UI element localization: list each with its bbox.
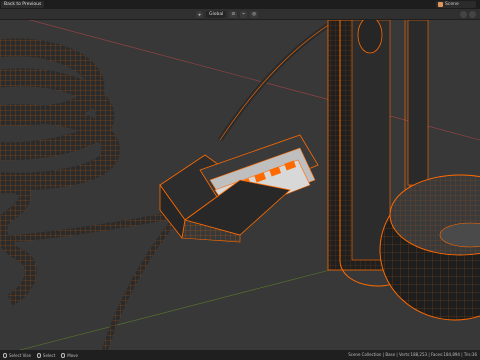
- snap-icon[interactable]: ⌁: [240, 11, 248, 18]
- status-select-label: Select: [42, 352, 56, 358]
- viewport-shading-controls: [460, 11, 476, 18]
- status-move: Move: [61, 352, 78, 358]
- scene-icon: [438, 2, 443, 7]
- y-axis-line: [19, 269, 331, 350]
- coiled-cable: [0, 38, 120, 306]
- transform-controls: ⌖ Global ⊙ ⌁ ◎: [196, 11, 259, 18]
- transform-orientation-icon[interactable]: ⌖: [196, 11, 203, 18]
- proportional-edit-icon[interactable]: ◎: [250, 11, 259, 18]
- viewport-header: ⌖ Global ⊙ ⌁ ◎: [0, 9, 480, 20]
- pivot-icon[interactable]: ⊙: [229, 11, 238, 18]
- mouse-left-icon: [3, 352, 7, 358]
- status-move-label: Move: [67, 352, 78, 358]
- mouse-move-icon: [61, 352, 66, 358]
- status-left: Select Vise: [3, 352, 31, 358]
- overlay-icon[interactable]: [460, 11, 467, 18]
- status-left-label: Select Vise: [9, 352, 31, 358]
- scene-render: [0, 20, 480, 350]
- top-bar: Back to Previous Scene: [0, 0, 480, 9]
- orientation-dropdown[interactable]: Global: [206, 11, 227, 18]
- mouse-select-icon: [36, 352, 41, 358]
- scene-label: Scene: [445, 2, 459, 7]
- 3d-viewport[interactable]: [0, 20, 480, 350]
- usb-connector: [159, 134, 319, 243]
- scene-selector[interactable]: Scene: [436, 1, 476, 8]
- status-bar: Select Vise Select Move Scene Collection…: [0, 350, 480, 360]
- disc-base: [379, 174, 480, 321]
- status-select: Select: [36, 352, 56, 358]
- shading-icon[interactable]: [469, 11, 476, 18]
- scene-statistics: Scene Collection | Base | Verts:188,253 …: [348, 352, 477, 357]
- back-to-previous-button[interactable]: Back to Previous: [1, 1, 45, 8]
